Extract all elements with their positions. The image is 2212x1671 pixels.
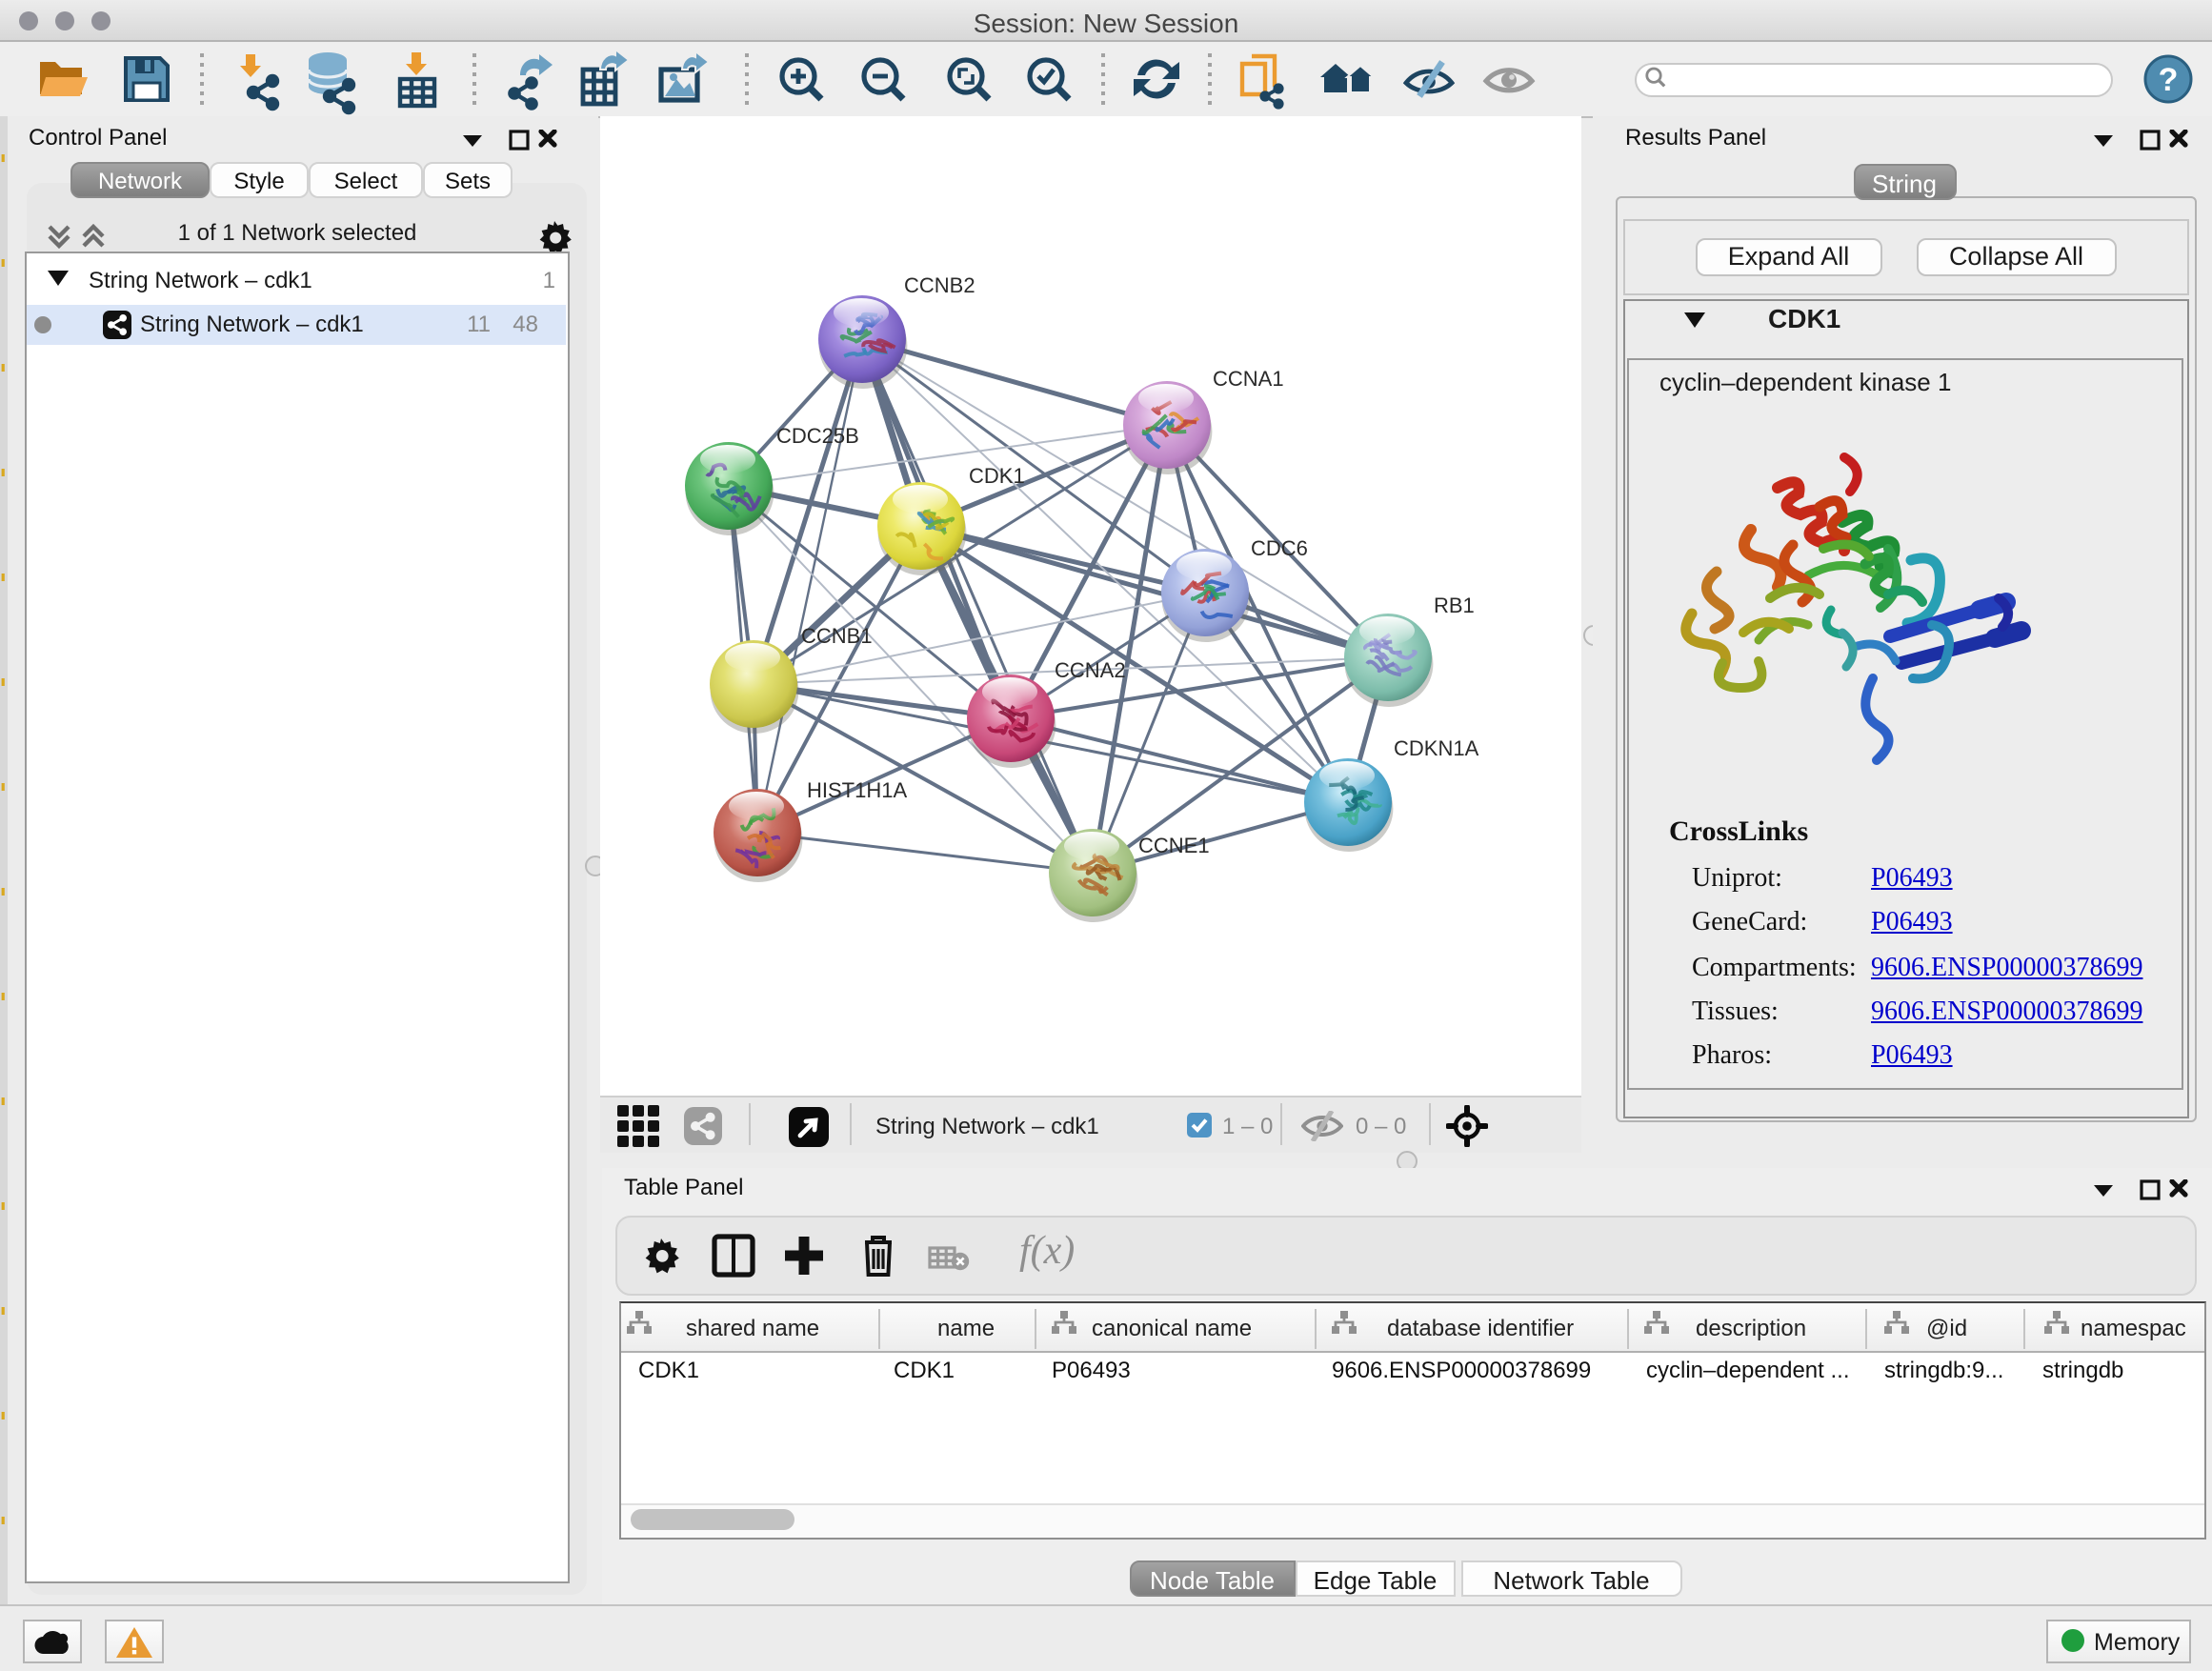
svg-text:CCNE1: CCNE1	[1137, 834, 1209, 857]
svg-text:RB1: RB1	[1433, 594, 1474, 617]
svg-text:CCNB2: CCNB2	[903, 273, 975, 297]
svg-text:CDKN1A: CDKN1A	[1393, 736, 1478, 760]
svg-text:CDC6: CDC6	[1250, 536, 1307, 560]
svg-text:?: ?	[2159, 62, 2179, 98]
svg-text:CCNB1: CCNB1	[800, 624, 872, 648]
svg-text:CCNA2: CCNA2	[1054, 658, 1125, 682]
svg-text:HIST1H1A: HIST1H1A	[806, 778, 906, 802]
svg-text:CDC25B: CDC25B	[775, 424, 858, 448]
svg-text:CCNA1: CCNA1	[1212, 367, 1283, 391]
svg-text:CDK1: CDK1	[968, 464, 1024, 488]
